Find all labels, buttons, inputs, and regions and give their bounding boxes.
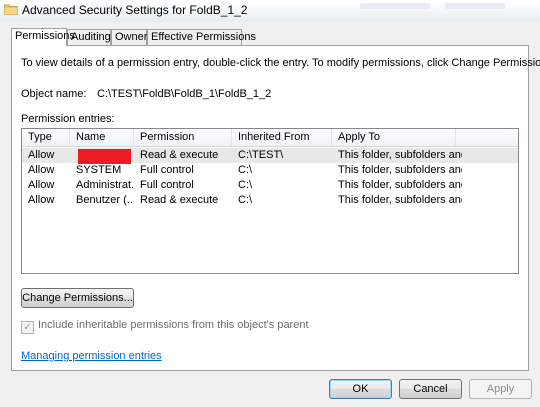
- column-header-apply-to[interactable]: Apply To: [332, 129, 456, 146]
- cell-name: SYSTEM: [76, 164, 122, 176]
- cell-type: Allow: [28, 164, 55, 176]
- object-name-value: C:\TEST\FoldB\FoldB_1\FoldB_1_2: [97, 88, 272, 100]
- table-row[interactable]: Allow Administrat... Full control C:\ Th…: [22, 178, 518, 193]
- permissions-panel: To view details of a permission entry, d…: [11, 45, 540, 371]
- apply-button[interactable]: Apply: [469, 379, 532, 399]
- cell-apply-to: This folder, subfolders and...: [338, 164, 462, 176]
- column-header-type[interactable]: Type: [22, 129, 70, 146]
- instructions-text: To view details of a permission entry, d…: [21, 57, 540, 69]
- background-window-hint: [445, 3, 505, 9]
- table-row[interactable]: Allow Read & execute C:\TEST\ This folde…: [22, 148, 518, 164]
- permission-entries-label: Permission entries:: [21, 113, 115, 125]
- folder-icon: [4, 4, 18, 15]
- column-header-permission[interactable]: Permission: [134, 129, 232, 146]
- change-permissions-button[interactable]: Change Permissions...: [21, 288, 134, 308]
- cell-type: Allow: [28, 149, 55, 161]
- column-header-name[interactable]: Name: [70, 129, 134, 146]
- cell-name: Benutzer (...: [76, 194, 134, 206]
- permission-entries-list[interactable]: Type Name Permission Inherited From Appl…: [21, 128, 519, 274]
- cell-apply-to: This folder, subfolders and...: [338, 179, 462, 191]
- cell-permission: Read & execute: [140, 149, 219, 161]
- cell-inherited-from: C:\TEST\: [238, 149, 284, 161]
- title-bar: Advanced Security Settings for FoldB_1_2: [0, 0, 540, 22]
- inherit-permissions-checkbox[interactable]: ✓: [21, 321, 34, 334]
- cancel-button[interactable]: Cancel: [399, 379, 462, 399]
- table-row[interactable]: Allow Benutzer (... Read & execute C:\ T…: [22, 193, 518, 208]
- table-row[interactable]: Allow SYSTEM Full control C:\ This folde…: [22, 163, 518, 178]
- window-title: Advanced Security Settings for FoldB_1_2: [22, 3, 248, 17]
- column-header-inherited-from[interactable]: Inherited From: [232, 129, 332, 146]
- object-name-label: Object name:: [21, 88, 87, 100]
- cell-permission: Full control: [140, 164, 194, 176]
- cell-inherited-from: C:\: [238, 179, 253, 191]
- cell-type: Allow: [28, 179, 55, 191]
- tab-owner[interactable]: Owner: [111, 29, 147, 45]
- cell-inherited-from: C:\: [238, 164, 253, 176]
- tab-permissions[interactable]: Permissions: [11, 28, 75, 46]
- inherit-permissions-option: ✓ Include inheritable permissions from th…: [21, 319, 309, 334]
- cell-type: Allow: [28, 194, 55, 206]
- managing-permission-entries-link[interactable]: Managing permission entries: [21, 350, 162, 362]
- background-window-hint: [360, 3, 430, 9]
- cell-permission: Full control: [140, 179, 194, 191]
- cell-permission: Read & execute: [140, 194, 219, 206]
- cell-name: Administrat...: [76, 179, 134, 191]
- ok-button[interactable]: OK: [329, 379, 392, 399]
- advanced-security-settings-window: Advanced Security Settings for FoldB_1_2…: [0, 0, 540, 407]
- cell-apply-to: This folder, subfolders and...: [338, 194, 462, 206]
- redacted-name: [78, 149, 131, 164]
- cell-apply-to: This folder, subfolders and...: [338, 149, 462, 161]
- tab-effective-permissions[interactable]: Effective Permissions: [147, 29, 256, 45]
- cell-inherited-from: C:\: [238, 194, 253, 206]
- list-header: Type Name Permission Inherited From Appl…: [22, 129, 518, 147]
- inherit-permissions-label: Include inheritable permissions from thi…: [38, 319, 309, 331]
